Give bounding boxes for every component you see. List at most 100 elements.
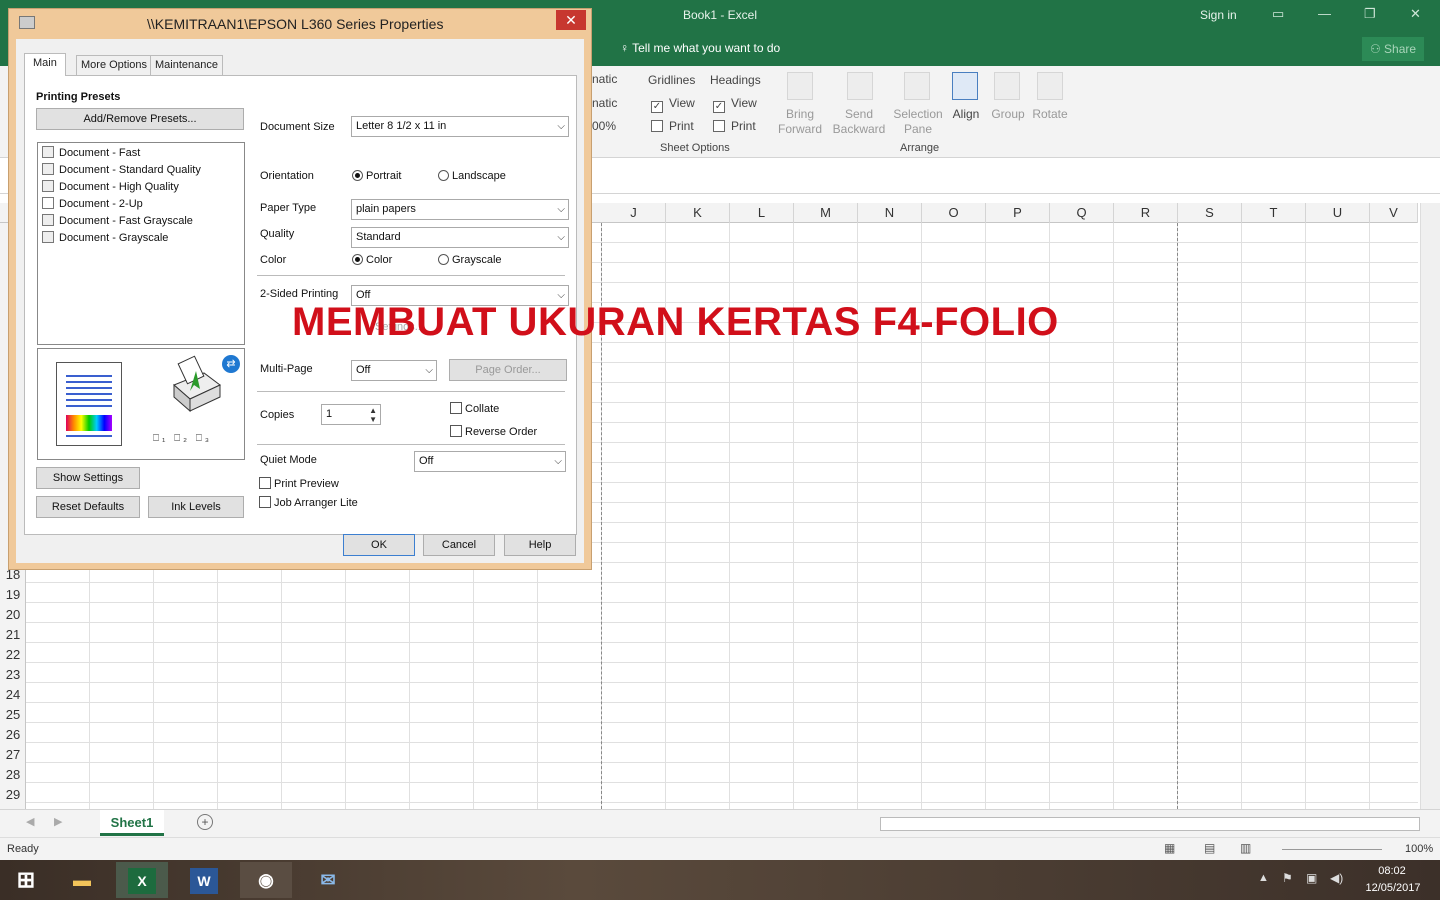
prev-sheet-icon[interactable]: ◀ — [26, 815, 34, 828]
job-arranger-checkbox[interactable]: Job Arranger Lite — [259, 496, 358, 509]
column-header[interactable]: N — [858, 203, 922, 223]
presets-list[interactable]: Document - Fast Document - Standard Qual… — [37, 142, 245, 345]
headings-print-checkbox[interactable]: Print — [713, 119, 756, 133]
row-header[interactable]: 22 — [0, 645, 26, 665]
scale-partial[interactable]: 00% — [592, 119, 616, 133]
tab-main[interactable]: Main — [24, 53, 66, 76]
collate-checkbox[interactable]: Collate — [450, 402, 499, 415]
add-remove-presets-button[interactable]: Add/Remove Presets... — [36, 108, 244, 130]
list-item[interactable]: Document - Grayscale — [42, 231, 168, 247]
reverse-order-checkbox[interactable]: Reverse Order — [450, 425, 537, 438]
column-header[interactable]: K — [666, 203, 730, 223]
row-header[interactable]: 27 — [0, 745, 26, 765]
headings-view-checkbox[interactable]: ✓ View — [713, 96, 757, 113]
tray-chevron-icon[interactable]: ▲ — [1258, 872, 1269, 884]
action-center-icon[interactable]: ⚑ — [1282, 871, 1293, 885]
landscape-radio[interactable]: Landscape — [438, 170, 506, 182]
group-button[interactable]: Group — [988, 107, 1028, 121]
horizontal-scrollbar[interactable] — [880, 817, 1420, 831]
column-header[interactable]: V — [1370, 203, 1418, 223]
vertical-scrollbar[interactable] — [1420, 203, 1440, 809]
width-partial[interactable]: natic — [592, 72, 617, 86]
ribbon-display-icon[interactable]: ▭ — [1272, 6, 1284, 22]
list-item[interactable]: Document - Fast — [42, 146, 140, 162]
page-break-preview-icon[interactable]: ▥ — [1240, 841, 1251, 855]
column-header[interactable]: J — [602, 203, 666, 223]
volume-icon[interactable]: ◀) — [1330, 871, 1343, 885]
network-icon[interactable]: ▣ — [1306, 871, 1317, 885]
normal-view-icon[interactable]: ▦ — [1164, 841, 1175, 855]
thunderbird-taskbar-icon[interactable]: ✉ — [302, 862, 354, 898]
gridlines-view-checkbox[interactable]: ✓ View — [651, 96, 695, 113]
tell-me-box[interactable]: ♀ Tell me what you want to do — [620, 41, 780, 55]
copies-stepper[interactable]: 1 ▲ ▼ — [321, 404, 381, 425]
row-header[interactable]: 26 — [0, 725, 26, 745]
help-button[interactable]: Help — [504, 534, 576, 556]
column-header[interactable]: R — [1114, 203, 1178, 223]
tab-maintenance[interactable]: Maintenance — [150, 55, 223, 75]
selection-pane-button[interactable]: Selection Pane — [892, 107, 944, 137]
grayscale-radio[interactable]: Grayscale — [438, 254, 502, 266]
share-button[interactable]: ⚇ Share — [1362, 37, 1424, 61]
dialog-close-button[interactable]: ✕ — [556, 10, 586, 30]
page-order-button[interactable]: Page Order... — [449, 359, 567, 381]
clock-time[interactable]: 08:02 — [1362, 865, 1422, 877]
sign-in-link[interactable]: Sign in — [1200, 8, 1237, 22]
rotate-button[interactable]: Rotate — [1030, 107, 1070, 121]
column-header[interactable]: T — [1242, 203, 1306, 223]
next-sheet-icon[interactable]: ▶ — [54, 815, 62, 828]
quiet-mode-select[interactable]: Off ⌵ — [414, 451, 566, 472]
paper-type-select[interactable]: plain papers ⌵ — [351, 199, 569, 220]
cancel-button[interactable]: Cancel — [423, 534, 495, 556]
row-header[interactable]: 25 — [0, 705, 26, 725]
dialog-title-bar[interactable]: \\KEMITRAAN1\EPSON L360 Series Propertie… — [9, 9, 591, 39]
excel-taskbar-icon[interactable]: X — [116, 862, 168, 898]
bring-forward-button[interactable]: Bring Forward — [774, 107, 826, 137]
multipage-select[interactable]: Off ⌵ — [351, 360, 437, 381]
print-preview-checkbox[interactable]: Print Preview — [259, 477, 339, 490]
chrome-taskbar-icon[interactable]: ◉ — [240, 862, 292, 898]
column-header[interactable]: M — [794, 203, 858, 223]
ink-levels-button[interactable]: Ink Levels — [148, 496, 244, 518]
spin-arrows-icon[interactable]: ▲ ▼ — [369, 406, 377, 424]
reset-defaults-button[interactable]: Reset Defaults — [36, 496, 140, 518]
minimize-icon[interactable]: — — [1318, 6, 1331, 21]
sheet-tab[interactable]: Sheet1 — [100, 810, 164, 836]
row-header[interactable]: 24 — [0, 685, 26, 705]
tab-more-options[interactable]: More Options — [76, 55, 153, 75]
ok-button[interactable]: OK — [343, 534, 415, 556]
portrait-radio[interactable]: Portrait — [352, 170, 401, 182]
zoom-slider[interactable] — [1282, 849, 1382, 850]
column-header[interactable]: P — [986, 203, 1050, 223]
zoom-level[interactable]: 100% — [1405, 843, 1433, 855]
row-header[interactable]: 23 — [0, 665, 26, 685]
windows-start-icon[interactable]: ⊞ — [0, 862, 52, 898]
column-header[interactable]: L — [730, 203, 794, 223]
column-header[interactable]: Q — [1050, 203, 1114, 223]
height-partial[interactable]: natic — [592, 96, 617, 110]
list-item[interactable]: Document - 2-Up — [42, 197, 143, 213]
row-header[interactable]: 20 — [0, 605, 26, 625]
column-header[interactable]: S — [1178, 203, 1242, 223]
quality-select[interactable]: Standard ⌵ — [351, 227, 569, 248]
align-button[interactable]: Align — [948, 107, 984, 121]
row-header[interactable]: 29 — [0, 785, 26, 805]
list-item[interactable]: Document - High Quality — [42, 180, 179, 196]
restore-icon[interactable]: ❐ — [1364, 6, 1376, 22]
row-header[interactable]: 28 — [0, 765, 26, 785]
row-header[interactable]: 19 — [0, 585, 26, 605]
page-layout-icon[interactable]: ▤ — [1204, 841, 1215, 855]
gridlines-print-checkbox[interactable]: Print — [651, 119, 694, 133]
add-sheet-icon[interactable]: + — [197, 814, 213, 830]
send-backward-button[interactable]: Send Backward — [830, 107, 888, 137]
list-item[interactable]: Document - Fast Grayscale — [42, 214, 193, 230]
word-taskbar-icon[interactable]: W — [178, 862, 230, 898]
color-radio[interactable]: Color — [352, 254, 392, 266]
show-settings-button[interactable]: Show Settings — [36, 467, 140, 489]
column-header[interactable]: O — [922, 203, 986, 223]
file-explorer-icon[interactable]: ▬ — [56, 862, 108, 898]
column-header[interactable]: U — [1306, 203, 1370, 223]
close-icon[interactable]: ✕ — [1410, 6, 1421, 22]
clock-date[interactable]: 12/05/2017 — [1358, 882, 1428, 894]
document-size-select[interactable]: Letter 8 1/2 x 11 in ⌵ — [351, 116, 569, 137]
